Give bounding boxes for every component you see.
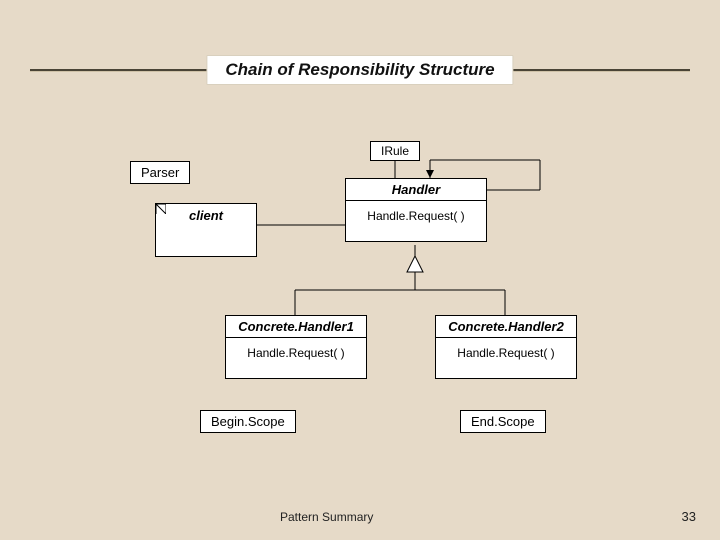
concrete-handler-2-op: Handle.Request( )	[436, 338, 576, 378]
client-name: client	[156, 204, 256, 223]
irule-label: IRule	[370, 141, 420, 161]
handler-name: Handler	[346, 179, 486, 201]
concrete-handler-1-op: Handle.Request( )	[226, 338, 366, 378]
note-fold-icon	[156, 204, 166, 214]
handler-class: Handler Handle.Request( )	[345, 178, 487, 242]
end-scope-label: End.Scope	[460, 410, 546, 433]
page-number: 33	[682, 509, 696, 524]
handler-op: Handle.Request( )	[346, 201, 486, 241]
footer-caption: Pattern Summary	[280, 510, 373, 524]
concrete-handler-2-name: Concrete.Handler2	[436, 316, 576, 338]
parser-label: Parser	[130, 161, 190, 184]
concrete-handler-2-class: Concrete.Handler2 Handle.Request( )	[435, 315, 577, 379]
concrete-handler-1-class: Concrete.Handler1 Handle.Request( )	[225, 315, 367, 379]
client-box: client	[155, 203, 257, 257]
concrete-handler-1-name: Concrete.Handler1	[226, 316, 366, 338]
begin-scope-label: Begin.Scope	[200, 410, 296, 433]
page-title: Chain of Responsibility Structure	[206, 55, 513, 85]
